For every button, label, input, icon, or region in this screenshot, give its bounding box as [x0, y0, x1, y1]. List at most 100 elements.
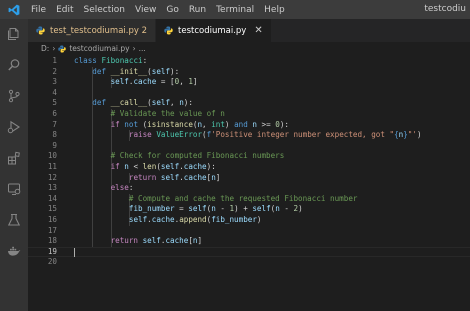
code-line[interactable]: 9	[28, 141, 470, 152]
code-token: def	[92, 66, 111, 76]
code-line[interactable]: 11 if n < len(self.cache):	[28, 162, 470, 173]
code-line[interactable]: 1 class Fibonacci:	[28, 56, 470, 67]
line-number: 12	[47, 172, 57, 182]
code-line[interactable]: 4	[28, 88, 470, 99]
code-token: self	[252, 204, 271, 214]
line-number: 13	[47, 183, 57, 193]
explorer-icon[interactable]	[7, 27, 21, 41]
code-token: ValueError	[156, 130, 203, 140]
code-line[interactable]: 14 # Compute and cache the requested Fib…	[28, 194, 470, 205]
code-token: -	[215, 204, 230, 214]
code-line[interactable]: 12 return self.cache[n]	[28, 173, 470, 184]
code-token: return	[110, 236, 143, 246]
python-file-icon	[164, 26, 173, 35]
line-number: 19	[47, 246, 57, 256]
remote-explorer-icon[interactable]	[7, 182, 21, 196]
code-editor[interactable]: 1 class Fibonacci: 2 def __init__(self): 3 …	[28, 56, 470, 311]
code-token: )	[224, 119, 235, 129]
tab-testcodiumai[interactable]: testcodiumai.py ✕	[156, 19, 272, 42]
close-icon[interactable]: ✕	[254, 25, 262, 36]
code-token: <	[128, 162, 143, 171]
code-text: if not (isinstance(n, int) and n >= 0):	[74, 120, 289, 131]
source-control-icon[interactable]	[7, 89, 21, 103]
tab-label: testcodiumai.py	[178, 25, 247, 36]
menu-help[interactable]: Help	[259, 5, 290, 15]
line-number: 5	[52, 98, 57, 108]
docker-icon[interactable]	[7, 244, 21, 258]
menu-go[interactable]: Go	[161, 5, 183, 15]
menu-file[interactable]: File	[26, 5, 51, 15]
code-token: __init__	[110, 66, 148, 76]
code-line[interactable]: 15 fib_number = self(n - 1) + self(n - 2…	[28, 204, 470, 215]
code-token: ,	[179, 77, 189, 87]
current-line-highlight	[28, 246, 470, 258]
menu-selection[interactable]: Selection	[79, 5, 130, 15]
code-token: ):	[206, 162, 216, 171]
code-token: raise	[128, 130, 157, 140]
run-debug-icon[interactable]	[7, 120, 21, 134]
code-line[interactable]: 19	[28, 246, 470, 258]
code-token: if	[110, 119, 125, 129]
extensions-icon[interactable]	[7, 151, 21, 165]
code-token: ,	[202, 119, 212, 129]
code-line[interactable]: 2 def __init__(self):	[28, 67, 470, 78]
line-number: 2	[52, 66, 57, 76]
code-line[interactable]: 8 raise ValueError(f'Positive integer nu…	[28, 130, 470, 141]
code-line[interactable]: 17	[28, 226, 470, 237]
code-text: # Validate the value of n	[74, 109, 225, 120]
breadcrumb-more[interactable]: ...	[139, 44, 146, 53]
editor-tab-bar: test_testcodiumai.py 2 testcodiumai.py ✕	[28, 19, 470, 42]
code-token: cache	[151, 215, 175, 224]
line-number: 18	[47, 236, 57, 246]
code-line[interactable]: 18 return self.cache[n]	[28, 236, 470, 247]
breadcrumb-file[interactable]: testcodiumai.py	[69, 44, 129, 53]
line-number: 16	[47, 215, 57, 224]
line-number: 15	[47, 204, 57, 214]
menu-terminal[interactable]: Terminal	[211, 5, 259, 15]
code-token: fib_number	[211, 215, 257, 224]
tab-test-testcodiumai[interactable]: test_testcodiumai.py 2	[28, 19, 157, 42]
code-token: len	[142, 162, 157, 171]
python-file-icon	[36, 26, 45, 35]
breadcrumb-separator: ›	[52, 44, 56, 53]
code-line[interactable]: 10 # Check for computed Fibonacci number…	[28, 151, 470, 162]
code-token: ):	[279, 119, 289, 129]
code-token: self	[128, 215, 148, 224]
code-line[interactable]: 5 def __call__(self, n):	[28, 98, 470, 109]
code-line[interactable]: 16 self.cache.append(fib_number)	[28, 215, 470, 226]
code-token: self	[188, 204, 207, 214]
breadcrumb-separator: ›	[132, 44, 136, 53]
search-icon[interactable]	[7, 58, 21, 72]
code-text: def __init__(self):	[74, 67, 179, 78]
code-token: "'	[407, 130, 417, 140]
code-line[interactable]: 6 # Validate the value of n	[28, 109, 470, 120]
menu-edit[interactable]: Edit	[51, 5, 78, 15]
menu-view[interactable]: View	[130, 5, 161, 15]
testing-icon[interactable]	[7, 213, 21, 227]
code-token: self	[110, 77, 129, 87]
breadcrumb-drive[interactable]: D:	[41, 44, 49, 53]
code-text: if n < len(self.cache):	[74, 162, 216, 173]
vscode-logo-icon	[8, 4, 20, 16]
code-line[interactable]: 13 else:	[28, 183, 470, 194]
code-text: self.cache.append(fib_number)	[74, 215, 262, 226]
code-text: raise ValueError(f'Positive integer numb…	[74, 130, 422, 141]
code-token: ,	[170, 98, 180, 108]
code-token: = [	[156, 77, 175, 87]
code-token: ]	[197, 236, 203, 246]
code-token: ):	[183, 98, 193, 108]
code-token: isinstance	[147, 119, 193, 129]
menu-run[interactable]: Run	[184, 5, 211, 15]
code-token: -	[279, 204, 294, 214]
code-line[interactable]: 3 self.cache = [0, 1]	[28, 77, 470, 88]
code-line[interactable]: 7 if not (isinstance(n, int) and n >= 0)…	[28, 120, 470, 131]
code-line[interactable]: 20	[28, 257, 470, 268]
